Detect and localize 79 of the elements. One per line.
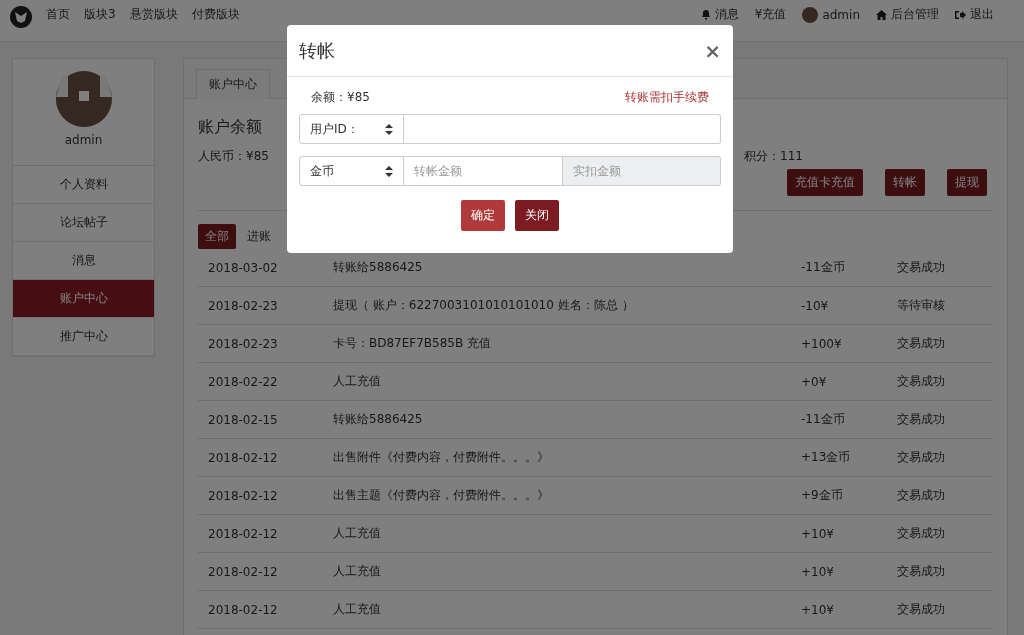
table-cell-text: 2018-02-12 xyxy=(208,602,279,617)
table-cell-text: 交易成功 xyxy=(897,411,946,428)
home-icon xyxy=(876,9,887,20)
table-cell-text: 2018-02-12 xyxy=(208,488,279,503)
balance-text: 余额：¥85 xyxy=(311,89,370,106)
avatar-icon xyxy=(55,71,112,127)
username: admin xyxy=(64,133,103,147)
nav-link[interactable]: 版块3 xyxy=(84,6,116,23)
nav-link[interactable]: 消息 xyxy=(700,6,739,23)
currency-select[interactable]: 金币 xyxy=(299,156,404,186)
sidebar-item[interactable]: 账户中心 xyxy=(13,280,154,318)
select-caret-icon xyxy=(385,123,393,135)
table-cell-text: 出售主题《付费内容，付费附件。。。》 xyxy=(333,487,550,504)
table-cell-text: +9金币 xyxy=(801,487,844,504)
nav-link[interactable]: admin xyxy=(802,6,860,23)
table-cell-text: +10¥ xyxy=(801,526,835,541)
user-id-field[interactable] xyxy=(404,114,721,144)
nav-link[interactable]: 首页 xyxy=(46,6,70,23)
nav-link[interactable]: 后台管理 xyxy=(876,6,939,23)
table-cell-text: -10¥ xyxy=(801,298,830,313)
table-cell-text: 2018-02-12 xyxy=(208,450,279,465)
fee-note: 转账需扣手续费 xyxy=(625,89,709,106)
points-balance: 积分：111 xyxy=(744,148,803,165)
table-cell-text: 等待审核 xyxy=(897,297,946,314)
table-cell-text: 提现（ 账户：6227003101010101010 姓名：陈总 ） xyxy=(333,297,635,314)
avatar-icon xyxy=(802,6,819,23)
action-button[interactable]: 转帐 xyxy=(885,169,925,196)
table-cell-text: +13金币 xyxy=(801,449,852,466)
table-cell-text: 人工充值 xyxy=(333,601,382,618)
table-cell-text: +100¥ xyxy=(801,336,843,351)
filter-tab[interactable]: 进账 xyxy=(240,224,278,249)
table-cell-text: 2018-02-12 xyxy=(208,564,279,579)
table-cell-text: 2018-02-15 xyxy=(208,412,279,427)
action-button[interactable]: 充值卡充值 xyxy=(787,169,863,196)
table-cell-text: 2018-03-02 xyxy=(208,260,279,275)
close-button[interactable]: 关闭 xyxy=(515,200,559,231)
exit-icon xyxy=(955,9,966,20)
table-cell-text: 卡号：BD87EF7B585B 充值 xyxy=(333,335,493,352)
table-cell-text: 交易成功 xyxy=(897,335,946,352)
table-cell-text: 2018-02-12 xyxy=(208,526,279,541)
table-cell-text: 交易成功 xyxy=(897,259,946,276)
close-button[interactable]: × xyxy=(704,38,721,63)
tab[interactable]: 账户中心 xyxy=(196,69,270,99)
nav-link[interactable]: 付费版块 xyxy=(191,6,240,23)
nav-link[interactable]: 悬赏版块 xyxy=(129,6,178,23)
table-cell-text: 2018-02-23 xyxy=(208,298,279,313)
table-cell-text: +10¥ xyxy=(801,564,835,579)
table-cell-text: -11金币 xyxy=(801,411,846,428)
table-cell-text: 转账给5886425 xyxy=(333,411,424,428)
confirm-button[interactable]: 确定 xyxy=(461,200,505,231)
amount-field[interactable]: 转帐金额 xyxy=(404,156,563,186)
section-heading: 账户余额 xyxy=(198,117,262,138)
rmb-balance: 人民币：¥85 xyxy=(198,148,269,165)
select-caret-icon xyxy=(385,165,393,177)
table-cell-text: 交易成功 xyxy=(897,449,946,466)
table-cell-text: -11金币 xyxy=(801,259,846,276)
table-cell-text: 交易成功 xyxy=(897,525,946,542)
table-cell-text: 交易成功 xyxy=(897,601,946,618)
table-cell-text: 交易成功 xyxy=(897,563,946,580)
table-cell-text: 交易成功 xyxy=(897,487,946,504)
table-cell-text: 2018-02-22 xyxy=(208,374,279,389)
nav-link[interactable]: 退出 xyxy=(955,6,994,23)
table-cell-text: 2018-02-23 xyxy=(208,336,279,351)
deduct-field: 实扣金额 xyxy=(562,156,721,186)
id-type-select[interactable]: 用户ID： xyxy=(299,114,404,144)
table-cell-text: +0¥ xyxy=(801,374,828,389)
dialog-title: 转帐 xyxy=(299,38,335,63)
logo-icon xyxy=(10,6,32,28)
nav-link[interactable]: ¥充值 xyxy=(754,6,787,23)
table-cell-text: 人工充值 xyxy=(333,525,382,542)
bell-icon xyxy=(700,9,711,20)
filter-tab[interactable]: 全部 xyxy=(198,224,236,249)
table-cell-text: +10¥ xyxy=(801,602,835,617)
action-button[interactable]: 提现 xyxy=(947,169,987,196)
table-cell-text: 人工充值 xyxy=(333,373,382,390)
table-cell-text: 人工充值 xyxy=(333,563,382,580)
table-cell-text: 转账给5886425 xyxy=(333,259,424,276)
table-cell-text: 出售附件《付费内容，付费附件。。。》 xyxy=(333,449,550,466)
table-cell-text: 交易成功 xyxy=(897,373,946,390)
